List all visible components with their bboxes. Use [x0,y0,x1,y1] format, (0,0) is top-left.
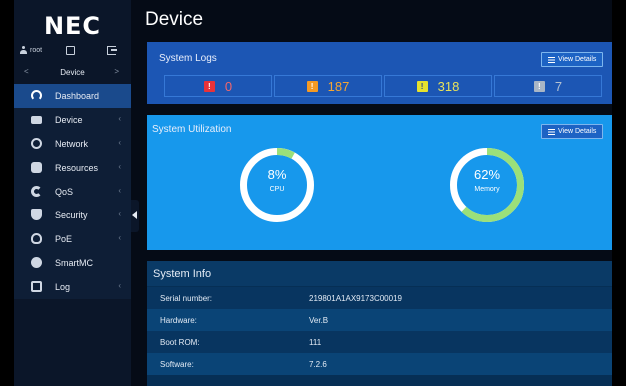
log-minor[interactable]: ! 318 [384,75,492,97]
log-major-count: 187 [327,78,350,94]
log-warning[interactable]: ! 7 [494,75,602,97]
warning-alert-icon: ! [533,80,545,92]
resources-icon [31,161,42,173]
cpu-gauge-ring [240,148,314,222]
sidebar-item-label: Resources [55,162,99,173]
info-row-hardware: Hardware: Ver.B [147,309,612,331]
dashboard-icon [31,90,42,101]
sidebar-item-network[interactable]: Network ‹ [14,131,131,156]
memory-gauge: 62% Memory [448,146,526,224]
sidebar-item-label: Security [55,210,88,221]
system-logs-title: System Logs [159,53,217,64]
logout-icon[interactable] [107,46,117,55]
screen-edge-right [612,0,626,386]
system-logs-panel: System Logs View Details ! 0 ! 187 ! 318… [147,42,612,104]
device-icon [31,115,42,124]
breadcrumb-next-button[interactable]: > [114,67,119,76]
info-key: Hardware: [160,316,197,325]
sidebar-item-smartmc[interactable]: SmartMC [14,251,131,276]
info-value: 7.2.6 [309,360,327,369]
caret-left-icon [132,211,137,219]
qos-icon [31,185,42,197]
save-icon[interactable] [66,46,75,55]
major-alert-icon: ! [306,80,318,92]
chevron-left-icon: ‹ [118,185,121,195]
critical-alert-icon: ! [203,80,215,92]
sidebar-item-label: Log [55,282,71,293]
info-row-software: Software: 7.2.6 [147,353,612,375]
info-value: Ver.B [309,316,329,325]
chevron-left-icon: ‹ [118,281,121,291]
sidebar-item-label: SmartMC [55,258,93,269]
poe-icon [31,233,42,245]
sidebar-item-label: Dashboard [55,91,100,101]
page-title: Device [145,9,204,30]
list-icon [548,56,555,63]
cpu-label: CPU [269,186,285,193]
memory-gauge-ring [450,148,524,222]
user-icon [20,46,27,54]
info-value: 219801A1AX9173C00019 [309,294,402,303]
sidebar-item-label: PoE [55,234,73,245]
sidebar: NEC root < Device > Dashboard Device ‹ N… [14,0,131,386]
screen-edge-left [0,0,14,386]
minor-alert-icon: ! [416,80,428,92]
sidebar-item-poe[interactable]: PoE ‹ [14,227,131,252]
brand-logo: NEC [43,12,102,40]
system-logs-view-details-button[interactable]: View Details [541,52,604,67]
sidebar-menu: Dashboard Device ‹ Network ‹ Resources ‹… [14,84,131,300]
sidebar-item-log[interactable]: Log ‹ [14,275,131,300]
user-menu[interactable]: root [20,46,42,54]
view-details-label: View Details [558,56,597,63]
smartmc-icon [31,257,42,269]
info-row-boot-rom: Boot ROM: 111 [147,331,612,353]
chevron-left-icon: ‹ [118,161,121,171]
list-icon [548,128,555,135]
chevron-left-icon: ‹ [118,233,121,243]
user-toolbar: root [14,44,131,60]
system-utilization-panel: System Utilization View Details 8% CPU 6… [147,115,612,250]
sidebar-item-device[interactable]: Device ‹ [14,107,131,132]
memory-label: Memory [474,186,500,193]
memory-value: 62% [473,167,501,182]
info-key: Software: [160,360,194,369]
user-name: root [30,46,43,54]
log-critical[interactable]: ! 0 [164,75,272,97]
view-details-label: View Details [558,128,597,135]
sidebar-item-security[interactable]: Security ‹ [14,203,131,228]
sidebar-item-label: Device [55,114,83,125]
sidebar-item-label: Network [55,138,89,149]
log-minor-count: 318 [437,78,460,94]
chevron-left-icon: ‹ [118,209,121,219]
log-counts: ! 0 ! 187 ! 318 ! 7 [164,75,602,97]
log-critical-count: 0 [224,78,233,94]
cpu-gauge: 8% CPU [238,146,316,224]
system-utilization-title: System Utilization [152,124,232,135]
security-icon [31,209,42,221]
system-info-title: System Info [147,261,612,286]
info-key: Boot ROM: [160,338,200,347]
log-warning-count: 7 [554,78,563,94]
chevron-left-icon: ‹ [118,113,121,123]
sidebar-item-qos[interactable]: QoS ‹ [14,179,131,204]
sidebar-item-dashboard[interactable]: Dashboard [14,84,131,108]
sidebar-item-resources[interactable]: Resources ‹ [14,155,131,180]
cpu-value: 8% [267,167,287,182]
breadcrumb: < Device > [14,66,131,80]
info-row-serial: Serial number: 219801A1AX9173C00019 [147,287,612,309]
info-key: Serial number: [160,294,213,303]
info-value: 111 [309,338,322,347]
log-major[interactable]: ! 187 [274,75,382,97]
sidebar-collapse-button[interactable] [131,200,139,232]
system-info-panel: System Info Serial number: 219801A1AX917… [147,261,612,386]
network-icon [31,137,42,149]
sidebar-item-label: QoS [55,186,74,197]
system-utilization-view-details-button[interactable]: View Details [541,124,604,139]
chevron-left-icon: ‹ [118,137,121,147]
log-icon [31,281,42,293]
